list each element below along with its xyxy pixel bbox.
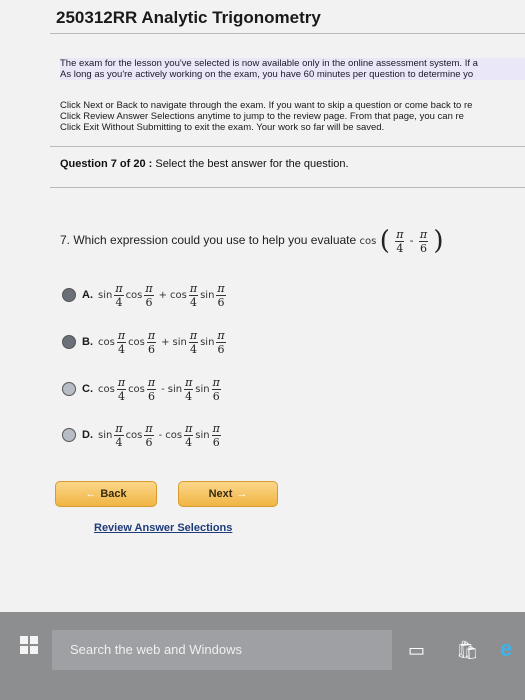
answer-option-d[interactable]: D. sin π4 cos π6 - cos π4 sin π6	[62, 418, 223, 452]
left-paren: (	[379, 226, 390, 256]
navigation-instructions: Click Next or Back to navigate through t…	[60, 100, 525, 133]
function: cos	[128, 383, 145, 395]
function: sin	[195, 429, 210, 441]
minus-sign: -	[409, 234, 414, 248]
function: sin	[172, 336, 187, 348]
answer-option-b[interactable]: B. cos π4 cos π6 + sin π4 sin π6	[62, 325, 228, 359]
divider	[50, 33, 525, 34]
instruction-line: Click Review Answer Selections anytime t…	[60, 111, 464, 122]
notice-line: The exam for the lesson you've selected …	[60, 58, 478, 69]
function: sin	[195, 383, 210, 395]
back-label: Back	[100, 488, 127, 500]
function: sin	[200, 336, 215, 348]
radio-button[interactable]	[62, 382, 76, 396]
exam-window: 250312RR Analytic Trigonometry The exam …	[0, 0, 525, 612]
question-text: 7. Which expression could you use to hel…	[60, 233, 357, 248]
option-label: B.	[82, 336, 93, 348]
operator: +	[161, 336, 170, 348]
function: cos	[165, 429, 183, 441]
next-button[interactable]: Next →	[178, 481, 278, 507]
windows-start-icon[interactable]	[20, 636, 38, 654]
option-label: D.	[82, 429, 93, 441]
divider	[50, 146, 525, 147]
search-placeholder: Search the web and Windows	[70, 642, 242, 657]
function: sin	[167, 383, 183, 395]
fraction-pi-6: π6	[418, 227, 429, 255]
edge-browser-icon[interactable]: e	[500, 636, 512, 662]
function: sin	[98, 289, 113, 301]
operator: -	[158, 429, 163, 441]
right-paren: )	[433, 226, 444, 256]
taskbar-search-box[interactable]: Search the web and Windows	[52, 630, 392, 670]
answer-option-c[interactable]: C. cos π4 cos π6 - sin π4 sin π6	[62, 372, 223, 406]
function: cos	[125, 289, 143, 301]
instruction-line: Click Next or Back to navigate through t…	[60, 100, 473, 111]
review-answers-link[interactable]: Review Answer Selections	[94, 522, 232, 534]
option-label: A.	[82, 289, 93, 301]
fraction-pi-4: π4	[395, 227, 405, 255]
function: cos	[98, 383, 115, 395]
question-header: Question 7 of 20 : Select the best answe…	[60, 158, 349, 170]
function: sin	[200, 289, 215, 301]
operator: +	[158, 289, 168, 301]
operator: -	[161, 383, 165, 395]
store-bag-icon[interactable]: 🛍	[456, 640, 479, 661]
function: cos	[125, 429, 143, 441]
exam-notice: The exam for the lesson you've selected …	[60, 58, 525, 80]
function: cos	[128, 336, 145, 348]
task-view-icon[interactable]: ▭	[408, 640, 425, 661]
arrow-left-icon: ←	[85, 488, 97, 500]
question-instruction: Select the best answer for the question.	[152, 158, 349, 170]
back-button[interactable]: ← Back	[55, 481, 157, 507]
notice-line: As long as you're actively working on th…	[60, 69, 474, 80]
radio-button[interactable]	[62, 288, 76, 302]
divider	[50, 187, 525, 188]
function: sin	[98, 429, 113, 441]
function: cos	[170, 289, 187, 301]
expr-function: cos	[359, 236, 377, 248]
question-text-row: 7. Which expression could you use to hel…	[60, 226, 444, 256]
function: cos	[98, 336, 115, 348]
radio-button[interactable]	[62, 428, 76, 442]
arrow-right-icon: →	[236, 488, 248, 500]
option-label: C.	[82, 383, 93, 395]
instruction-line: Click Exit Without Submitting to exit th…	[60, 122, 385, 133]
question-number: Question 7 of 20 :	[60, 158, 153, 170]
next-label: Next	[208, 488, 233, 500]
page-title: 250312RR Analytic Trigonometry	[56, 8, 321, 27]
answer-option-a[interactable]: A. sin π4 cos π6 + cos π4 sin π6	[62, 278, 228, 312]
radio-button[interactable]	[62, 335, 76, 349]
